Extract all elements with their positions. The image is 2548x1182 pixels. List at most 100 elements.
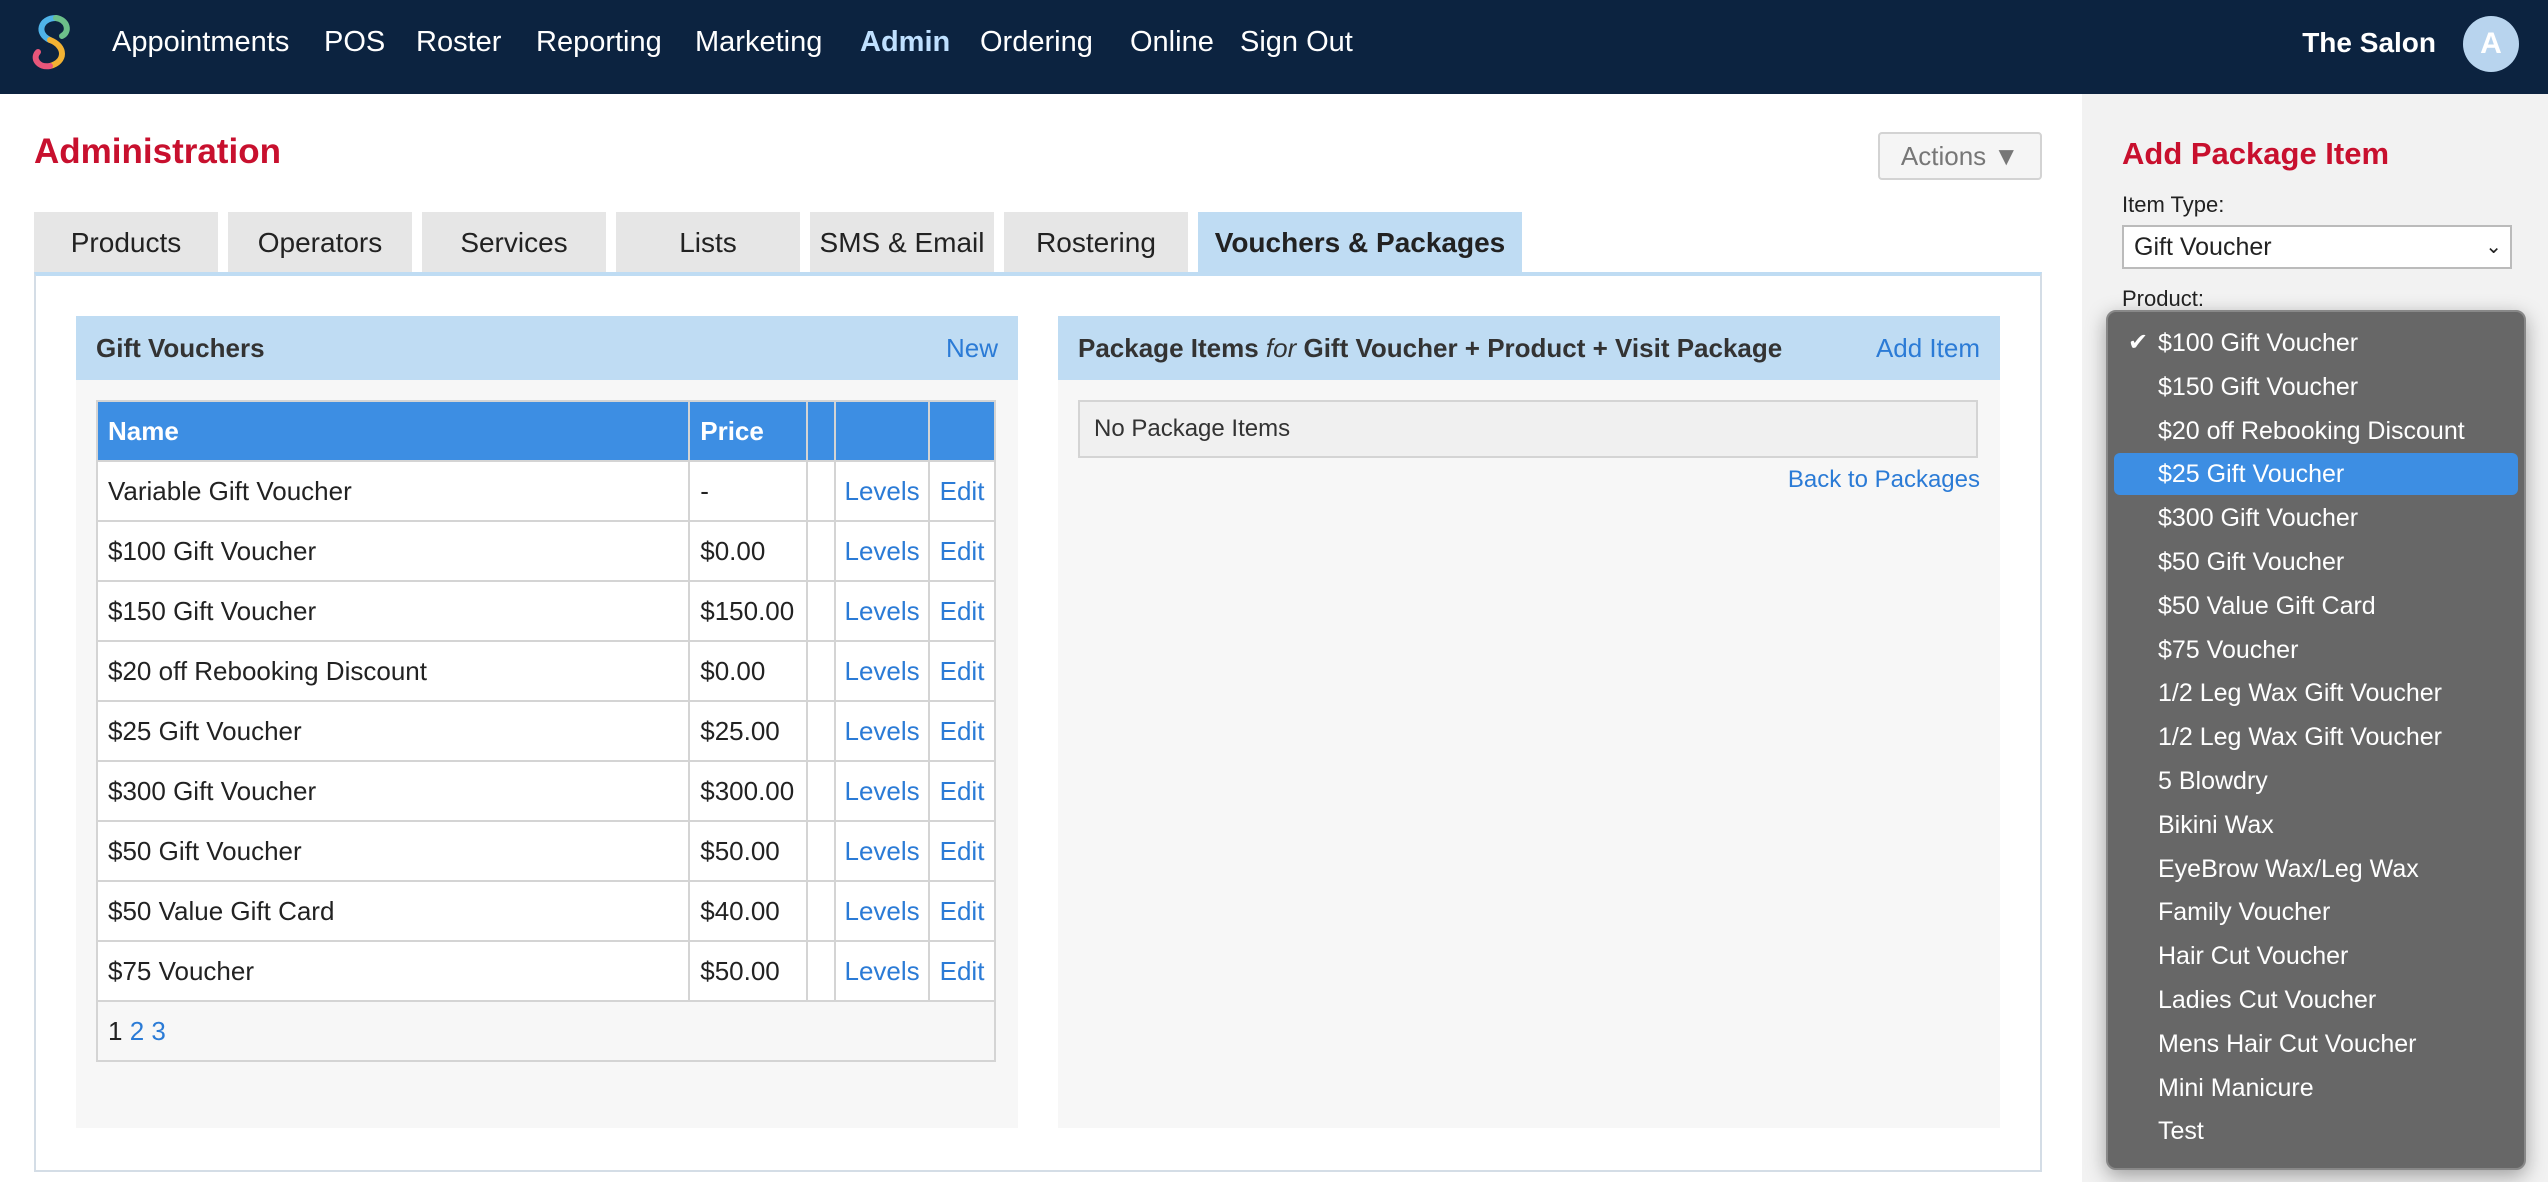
- page-link[interactable]: 3: [151, 1016, 165, 1046]
- edit-link[interactable]: Edit: [928, 940, 996, 1002]
- package-items-header: Package Items for Gift Voucher + Product…: [1058, 316, 2000, 380]
- dropdown-option[interactable]: $150 Gift Voucher: [2114, 366, 2518, 408]
- dropdown-option[interactable]: Hair Cut Voucher: [2114, 935, 2518, 977]
- gift-vouchers-header: Gift Vouchers New: [76, 316, 1018, 380]
- edit-link[interactable]: Edit: [928, 880, 996, 942]
- gift-vouchers-table: Name Price Variable Gift Voucher - Levels E…: [95, 400, 996, 1062]
- voucher-name: $75 Voucher: [95, 940, 691, 1002]
- table-row: $300 Gift Voucher $300.00 Levels Edit: [95, 760, 996, 822]
- dropdown-option-label: Mini Manicure: [2158, 1073, 2314, 1102]
- dropdown-option[interactable]: Family Voucher: [2114, 891, 2518, 933]
- package-items-title-prefix: Package Items: [1078, 333, 1259, 363]
- dropdown-option[interactable]: 1/2 Leg Wax Gift Voucher: [2114, 672, 2518, 714]
- voucher-blank-cell: [806, 760, 837, 822]
- tab-vouchers-packages[interactable]: Vouchers & Packages: [1198, 212, 1522, 274]
- nav-sign-out[interactable]: Sign Out: [1240, 26, 1353, 59]
- tab-operators[interactable]: Operators: [228, 212, 412, 274]
- edit-link[interactable]: Edit: [928, 520, 996, 582]
- nav-reporting[interactable]: Reporting: [536, 26, 662, 59]
- nav-roster[interactable]: Roster: [416, 26, 501, 59]
- tab-sms-email[interactable]: SMS & Email: [810, 212, 994, 274]
- levels-link[interactable]: Levels: [834, 880, 931, 942]
- dropdown-option[interactable]: 5 Blowdry: [2114, 760, 2518, 802]
- edit-link[interactable]: Edit: [928, 700, 996, 762]
- package-items-panel: Package Items for Gift Voucher + Product…: [1058, 316, 2000, 1128]
- tab-products[interactable]: Products: [34, 212, 218, 274]
- edit-link[interactable]: Edit: [928, 760, 996, 822]
- edit-link[interactable]: Edit: [928, 580, 996, 642]
- dropdown-option-label: $25 Gift Voucher: [2158, 460, 2345, 489]
- edit-link[interactable]: Edit: [928, 820, 996, 882]
- salon-name[interactable]: The Salon: [2302, 27, 2436, 59]
- edit-link[interactable]: Edit: [928, 640, 996, 702]
- levels-link[interactable]: Levels: [834, 640, 931, 702]
- dropdown-option[interactable]: $50 Value Gift Card: [2114, 585, 2518, 627]
- voucher-name: $50 Gift Voucher: [95, 820, 691, 882]
- voucher-name: Variable Gift Voucher: [95, 460, 691, 522]
- dropdown-option[interactable]: $300 Gift Voucher: [2114, 497, 2518, 539]
- pager: 1 2 3: [96, 1000, 996, 1062]
- voucher-blank-cell: [806, 520, 837, 582]
- dropdown-option-label: $20 off Rebooking Discount: [2158, 416, 2465, 445]
- levels-link[interactable]: Levels: [834, 460, 931, 522]
- nav-admin[interactable]: Admin: [860, 26, 950, 59]
- add-item-link[interactable]: Add Item: [1876, 333, 1980, 364]
- dropdown-option[interactable]: ✔ $100 Gift Voucher: [2114, 322, 2518, 364]
- avatar[interactable]: A: [2463, 16, 2519, 72]
- column-name[interactable]: Name: [95, 400, 691, 462]
- levels-link[interactable]: Levels: [834, 940, 931, 1002]
- tab-services[interactable]: Services: [422, 212, 606, 274]
- voucher-price: $25.00: [688, 700, 809, 762]
- column-blank: [806, 400, 837, 462]
- dropdown-option[interactable]: Mens Hair Cut Voucher: [2114, 1023, 2518, 1065]
- nav-pos[interactable]: POS: [324, 26, 385, 59]
- product-label: Product:: [2122, 286, 2204, 311]
- table-row: $75 Voucher $50.00 Levels Edit: [95, 940, 996, 1002]
- nav-ordering[interactable]: Ordering: [980, 26, 1093, 59]
- tab-rostering[interactable]: Rostering: [1004, 212, 1188, 274]
- back-to-packages-link[interactable]: Back to Packages: [1788, 466, 1980, 494]
- levels-link[interactable]: Levels: [834, 760, 931, 822]
- voucher-blank-cell: [806, 700, 837, 762]
- levels-link[interactable]: Levels: [834, 820, 931, 882]
- nav-marketing[interactable]: Marketing: [695, 26, 822, 59]
- levels-link[interactable]: Levels: [834, 580, 931, 642]
- voucher-price: $300.00: [688, 760, 809, 822]
- new-voucher-link[interactable]: New: [946, 333, 998, 364]
- edit-link[interactable]: Edit: [928, 460, 996, 522]
- tab-lists[interactable]: Lists: [616, 212, 800, 274]
- voucher-blank-cell: [806, 880, 837, 942]
- column-edit: [928, 400, 996, 462]
- nav-online[interactable]: Online: [1130, 26, 1214, 59]
- dropdown-option[interactable]: $50 Gift Voucher: [2114, 541, 2518, 583]
- dropdown-option[interactable]: $75 Voucher: [2114, 629, 2518, 671]
- levels-link[interactable]: Levels: [834, 520, 931, 582]
- dropdown-option[interactable]: Mini Manicure: [2114, 1067, 2518, 1109]
- dropdown-option[interactable]: $25 Gift Voucher: [2114, 453, 2518, 496]
- chevron-down-icon: ⌄: [2485, 236, 2502, 258]
- dropdown-option[interactable]: Test: [2114, 1110, 2518, 1152]
- dropdown-option[interactable]: $20 off Rebooking Discount: [2114, 410, 2518, 452]
- pager-row: 1 2 3: [96, 1000, 996, 1062]
- dropdown-option-label: $100 Gift Voucher: [2158, 329, 2359, 357]
- voucher-price: $150.00: [688, 580, 809, 642]
- page-title: Administration: [34, 132, 281, 171]
- dropdown-option[interactable]: EyeBrow Wax/Leg Wax: [2114, 848, 2518, 890]
- dropdown-option[interactable]: Bikini Wax: [2114, 804, 2518, 846]
- actions-button[interactable]: Actions ▼: [1878, 132, 2042, 180]
- voucher-name: $50 Value Gift Card: [95, 880, 691, 942]
- gift-vouchers-title: Gift Vouchers: [96, 333, 265, 363]
- nav-appointments[interactable]: Appointments: [112, 26, 289, 59]
- app-logo-icon[interactable]: [26, 12, 80, 76]
- page-link[interactable]: 2: [130, 1016, 144, 1046]
- column-price[interactable]: Price: [688, 400, 809, 462]
- package-items-title-for: for: [1265, 333, 1297, 363]
- voucher-price: $40.00: [688, 880, 809, 942]
- dropdown-option[interactable]: 1/2 Leg Wax Gift Voucher: [2114, 716, 2518, 758]
- product-dropdown[interactable]: ✔ $100 Gift Voucher $150 Gift Voucher $20 o…: [2106, 310, 2526, 1170]
- levels-link[interactable]: Levels: [834, 700, 931, 762]
- dropdown-option[interactable]: Ladies Cut Voucher: [2114, 979, 2518, 1021]
- dropdown-option-label: Bikini Wax: [2158, 810, 2274, 839]
- voucher-price: $0.00: [688, 640, 809, 702]
- item-type-select[interactable]: Gift Voucher ⌄: [2122, 225, 2512, 269]
